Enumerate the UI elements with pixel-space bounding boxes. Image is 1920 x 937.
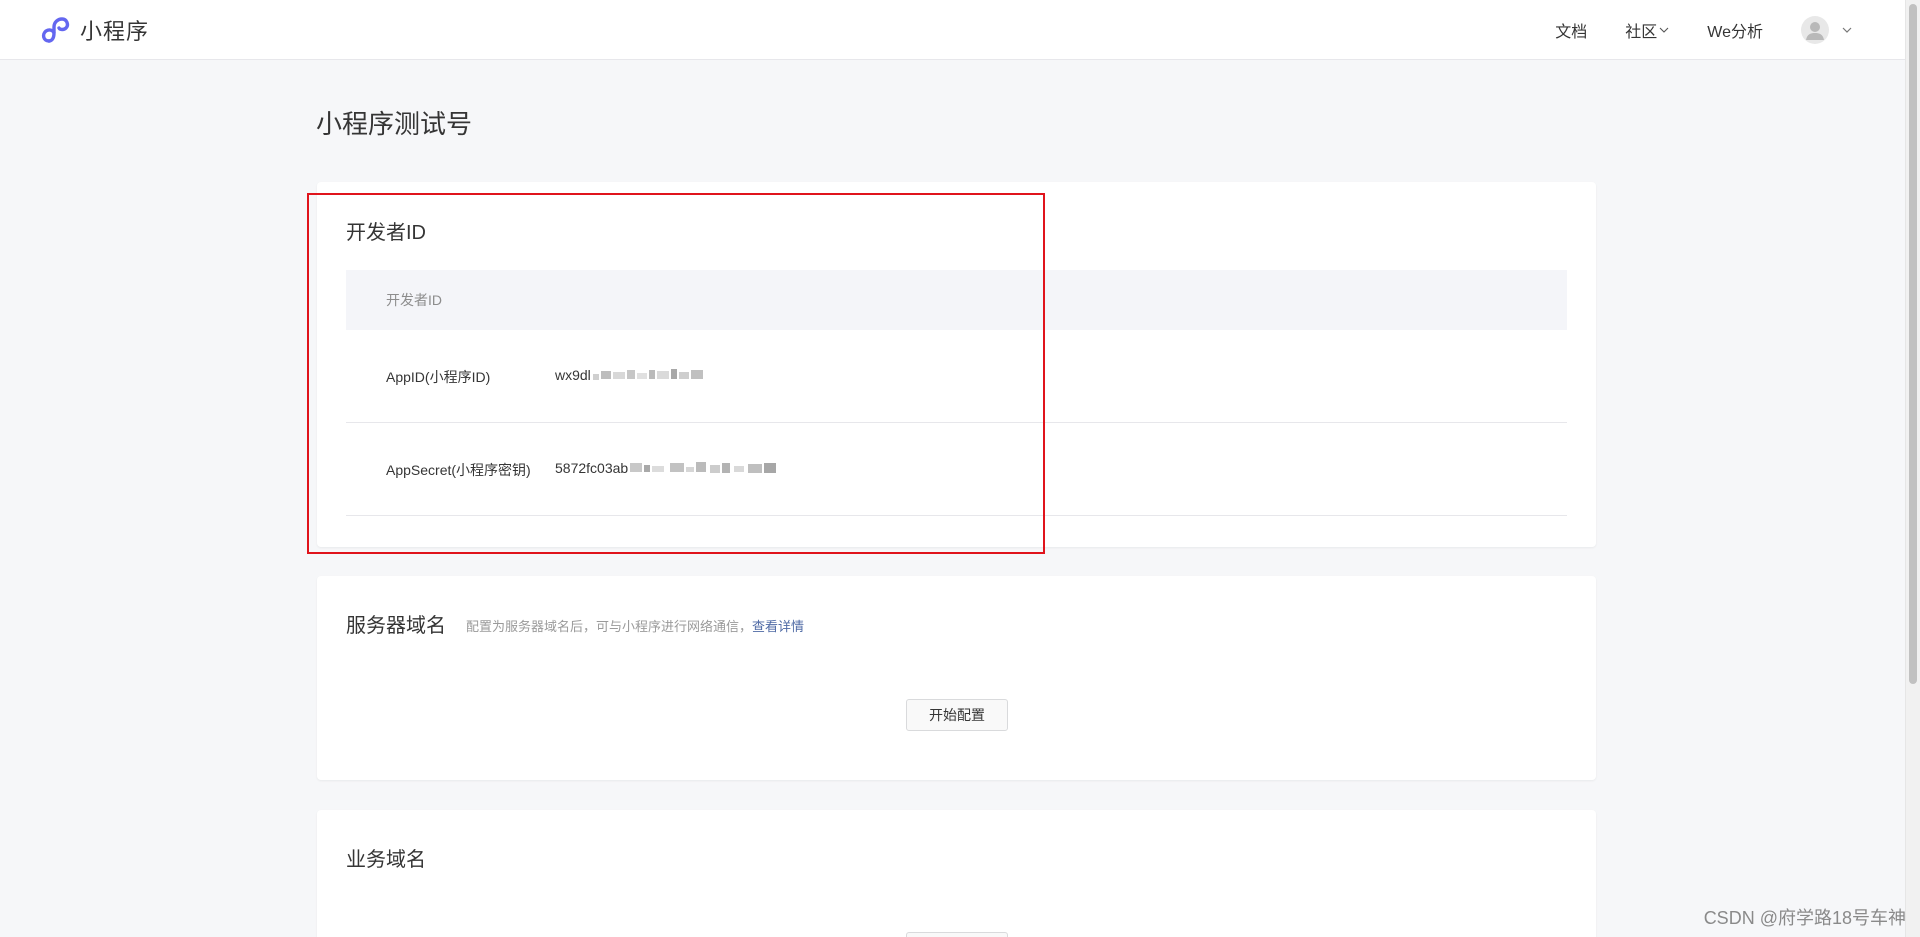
- brand-name: 小程序: [80, 19, 150, 44]
- business-domain-title: 业务域名: [346, 849, 426, 871]
- server-domain-card: 服务器域名 配置为服务器域名后，可与小程序进行网络通信，查看详情: [317, 576, 1596, 780]
- redacted-mosaic: [630, 462, 777, 473]
- page-title: 小程序测试号: [316, 109, 473, 139]
- chevron-down-icon: [1659, 27, 1669, 33]
- appid-visible-text: wx9dl: [555, 367, 591, 383]
- appsecret-visible-text: 5872fc03ab: [555, 460, 629, 476]
- page-scrollbar[interactable]: [1905, 0, 1920, 937]
- server-domain-description: 配置为服务器域名后，可与小程序进行网络通信，查看详情: [466, 616, 804, 635]
- view-details-link[interactable]: 查看详情: [752, 619, 804, 634]
- appsecret-label: AppSecret(小程序密钥): [386, 462, 531, 478]
- server-domain-title: 服务器域名: [346, 615, 446, 637]
- brand-home-link[interactable]: 小程序: [38, 13, 149, 47]
- appid-value[interactable]: wx9dl: [555, 367, 713, 383]
- watermark-text: CSDN @府学路18号车神: [1703, 908, 1906, 928]
- user-icon: [1806, 22, 1824, 40]
- avatar: [1801, 16, 1829, 44]
- top-navigation-bar: 小程序 文档 社区 We分析: [0, 0, 1905, 60]
- nav-docs-link[interactable]: 文档: [1555, 18, 1587, 42]
- chevron-down-icon: [1842, 27, 1852, 33]
- business-domain-config-button[interactable]: [906, 932, 1008, 937]
- table-row: AppSecret(小程序密钥) 5872fc03ab: [346, 423, 1567, 516]
- business-domain-card: 业务域名: [317, 810, 1596, 937]
- table-row: AppID(小程序ID) wx9dl: [346, 330, 1567, 423]
- developer-id-card: 开发者ID 开发者ID AppID(小程序ID) wx9dl AppSecret…: [317, 182, 1596, 547]
- start-config-button[interactable]: 开始配置: [906, 699, 1008, 731]
- nav-community-menu[interactable]: 社区: [1625, 18, 1669, 42]
- developer-id-title: 开发者ID: [346, 222, 426, 244]
- nav-analytics-link[interactable]: We分析: [1707, 18, 1763, 42]
- appsecret-value[interactable]: 5872fc03ab: [555, 460, 780, 476]
- top-nav: 文档 社区 We分析: [1517, 0, 1853, 60]
- user-menu[interactable]: [1801, 16, 1853, 44]
- redacted-mosaic: [592, 369, 703, 380]
- nav-community-label: 社区: [1625, 24, 1658, 41]
- miniprogram-logo-icon: [41, 17, 70, 43]
- server-domain-description-text: 配置为服务器域名后，可与小程序进行网络通信，: [466, 619, 753, 634]
- developer-id-table-header: 开发者ID: [346, 270, 1567, 330]
- appid-label: AppID(小程序ID): [386, 369, 491, 385]
- scrollbar-thumb[interactable]: [1909, 4, 1917, 684]
